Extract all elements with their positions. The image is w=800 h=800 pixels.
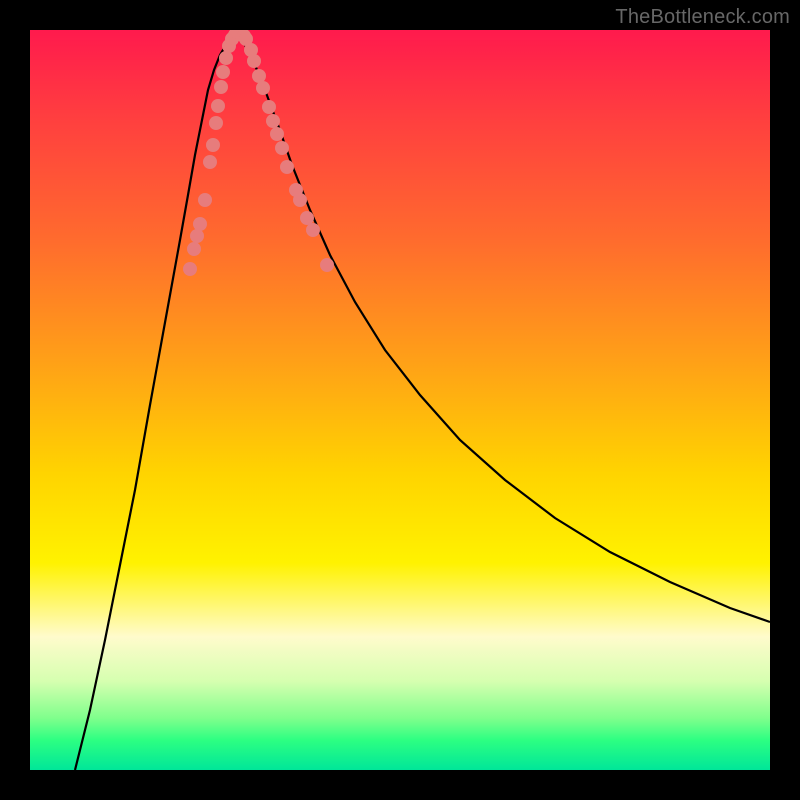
marker-group (183, 30, 334, 276)
data-point (206, 138, 220, 152)
data-point (198, 193, 212, 207)
outer-frame: TheBottleneck.com (0, 0, 800, 800)
data-point (293, 193, 307, 207)
data-point (320, 258, 334, 272)
data-point (266, 114, 280, 128)
data-point (216, 65, 230, 79)
data-point (300, 211, 314, 225)
data-point (211, 99, 225, 113)
watermark-text: TheBottleneck.com (615, 6, 790, 29)
data-point (190, 229, 204, 243)
data-point (193, 217, 207, 231)
data-point (214, 80, 228, 94)
data-point (252, 69, 266, 83)
data-point (306, 223, 320, 237)
data-point (209, 116, 223, 130)
data-point (219, 51, 233, 65)
data-point (183, 262, 197, 276)
data-point (262, 100, 276, 114)
data-point (247, 54, 261, 68)
data-point (280, 160, 294, 174)
curve-group (75, 32, 770, 770)
data-point (187, 242, 201, 256)
chart-svg (30, 30, 770, 770)
right-curve (234, 32, 770, 622)
data-point (203, 155, 217, 169)
data-point (275, 141, 289, 155)
data-point (270, 127, 284, 141)
plot-area (30, 30, 770, 770)
data-point (256, 81, 270, 95)
